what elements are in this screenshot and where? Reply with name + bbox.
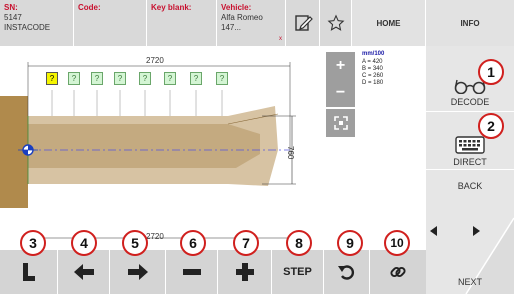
prev-arrow-icon[interactable] bbox=[430, 226, 438, 236]
code-label: Code: bbox=[78, 3, 101, 12]
edit-icon bbox=[294, 15, 313, 31]
bottom-dimension-label: 2720 bbox=[146, 232, 164, 241]
serial-number-field: SN: 5147 INSTACODE bbox=[0, 0, 74, 46]
next-button[interactable]: NEXT bbox=[426, 277, 514, 287]
cut-button[interactable] bbox=[370, 250, 426, 294]
sn-label: SN: bbox=[4, 3, 18, 12]
callout-5: 5 bbox=[122, 230, 148, 256]
edit-button[interactable] bbox=[286, 0, 320, 46]
dimension-unit: mm/100 bbox=[362, 51, 385, 57]
undo-button[interactable] bbox=[324, 250, 370, 294]
arrow-right-icon bbox=[127, 264, 148, 280]
decode-label: DECODE bbox=[450, 97, 490, 107]
cut-dimensions-panel: mm/100 A = 420 B = 340 C = 260 D = 180 bbox=[356, 46, 426, 250]
plus-icon: + bbox=[335, 57, 346, 74]
dimension-row: A = 420 bbox=[362, 59, 383, 65]
cut-marker[interactable]: ? bbox=[164, 72, 176, 85]
info-label: INFO bbox=[460, 18, 480, 28]
cut-marker[interactable]: ? bbox=[216, 72, 228, 85]
star-icon bbox=[327, 14, 344, 31]
vehicle-label: Vehicle: bbox=[221, 3, 252, 12]
vehicle-clear-icon[interactable]: x bbox=[279, 36, 282, 42]
minus-icon: − bbox=[335, 84, 346, 101]
key-blank-label: Key blank: bbox=[151, 3, 192, 12]
zoom-controls: + − bbox=[325, 46, 356, 250]
callout-6: 6 bbox=[180, 230, 206, 256]
fit-screen-icon bbox=[333, 116, 348, 130]
dimension-row: B = 340 bbox=[362, 66, 383, 72]
top-bar: SN: 5147 INSTACODE Code: Key blank: Vehi… bbox=[0, 0, 514, 46]
cut-marker[interactable]: ? bbox=[114, 72, 126, 85]
callout-10: 10 bbox=[384, 230, 410, 256]
vehicle-field: Vehicle: Alfa Romeo 147... x bbox=[217, 0, 286, 46]
cut-marker[interactable]: ? bbox=[91, 72, 103, 85]
callout-9: 9 bbox=[337, 230, 363, 256]
cut-marker[interactable]: ? bbox=[68, 72, 80, 85]
next-arrow-icon[interactable] bbox=[472, 226, 480, 236]
info-button[interactable]: INFO bbox=[426, 0, 514, 46]
fit-screen-button[interactable] bbox=[326, 109, 355, 137]
callout-4: 4 bbox=[71, 230, 97, 256]
zoom-out-button[interactable]: − bbox=[326, 79, 355, 107]
zoom-in-button[interactable]: + bbox=[326, 52, 355, 80]
cut-marker-leaders bbox=[51, 90, 223, 116]
shoulder-icon bbox=[22, 263, 35, 281]
shoulder-button[interactable] bbox=[0, 250, 58, 294]
step-label: STEP bbox=[283, 266, 312, 278]
direct-label: DIRECT bbox=[453, 157, 487, 167]
move-right-button[interactable] bbox=[110, 250, 166, 294]
cut-marker[interactable]: ? bbox=[139, 72, 151, 85]
right-dimension-label: 760 bbox=[286, 146, 295, 160]
key-blank-field: Key blank: bbox=[147, 0, 217, 46]
decrease-button[interactable] bbox=[166, 250, 218, 294]
increase-button[interactable] bbox=[218, 250, 272, 294]
favorite-button[interactable] bbox=[320, 0, 352, 46]
undo-icon bbox=[337, 265, 354, 280]
cut-icon bbox=[390, 266, 406, 278]
vehicle-model: 147... bbox=[221, 23, 242, 32]
sn-value-number: 5147 bbox=[4, 13, 22, 22]
cut-marker[interactable]: ? bbox=[190, 72, 202, 85]
back-label: BACK bbox=[457, 180, 483, 191]
minus-icon bbox=[182, 269, 201, 275]
callout-2: 2 bbox=[478, 113, 504, 139]
callout-3: 3 bbox=[20, 230, 46, 256]
vehicle-make: Alfa Romeo bbox=[221, 13, 263, 22]
sn-value-name: INSTACODE bbox=[4, 23, 51, 32]
home-label: HOME bbox=[376, 18, 401, 28]
dimension-row: C = 260 bbox=[362, 73, 384, 79]
key-profile-canvas[interactable]: 2720 760 2720 ? ? ? ? ? ? ? ? bbox=[0, 46, 325, 250]
move-left-button[interactable] bbox=[58, 250, 110, 294]
callout-8: 8 bbox=[286, 230, 312, 256]
plus-icon bbox=[235, 263, 254, 281]
home-button[interactable]: HOME bbox=[352, 0, 426, 46]
code-field: Code: bbox=[74, 0, 147, 46]
step-button[interactable]: STEP bbox=[272, 250, 324, 294]
back-button[interactable]: BACK bbox=[426, 170, 514, 198]
bottom-toolbar: STEP bbox=[0, 250, 426, 294]
arrow-left-icon bbox=[73, 264, 94, 280]
key-groove-shape bbox=[28, 124, 260, 168]
callout-1: 1 bbox=[478, 59, 504, 85]
next-label: NEXT bbox=[457, 277, 482, 287]
side-menu: DECODE DIRECT BACK NEXT bbox=[426, 46, 514, 294]
cut-marker[interactable]: ? bbox=[46, 72, 58, 85]
keyboard-icon bbox=[455, 136, 485, 154]
callout-7: 7 bbox=[233, 230, 259, 256]
top-dimension-label: 2720 bbox=[146, 56, 164, 65]
dimension-row: D = 180 bbox=[362, 80, 384, 86]
navigation-pad: NEXT bbox=[426, 198, 514, 294]
